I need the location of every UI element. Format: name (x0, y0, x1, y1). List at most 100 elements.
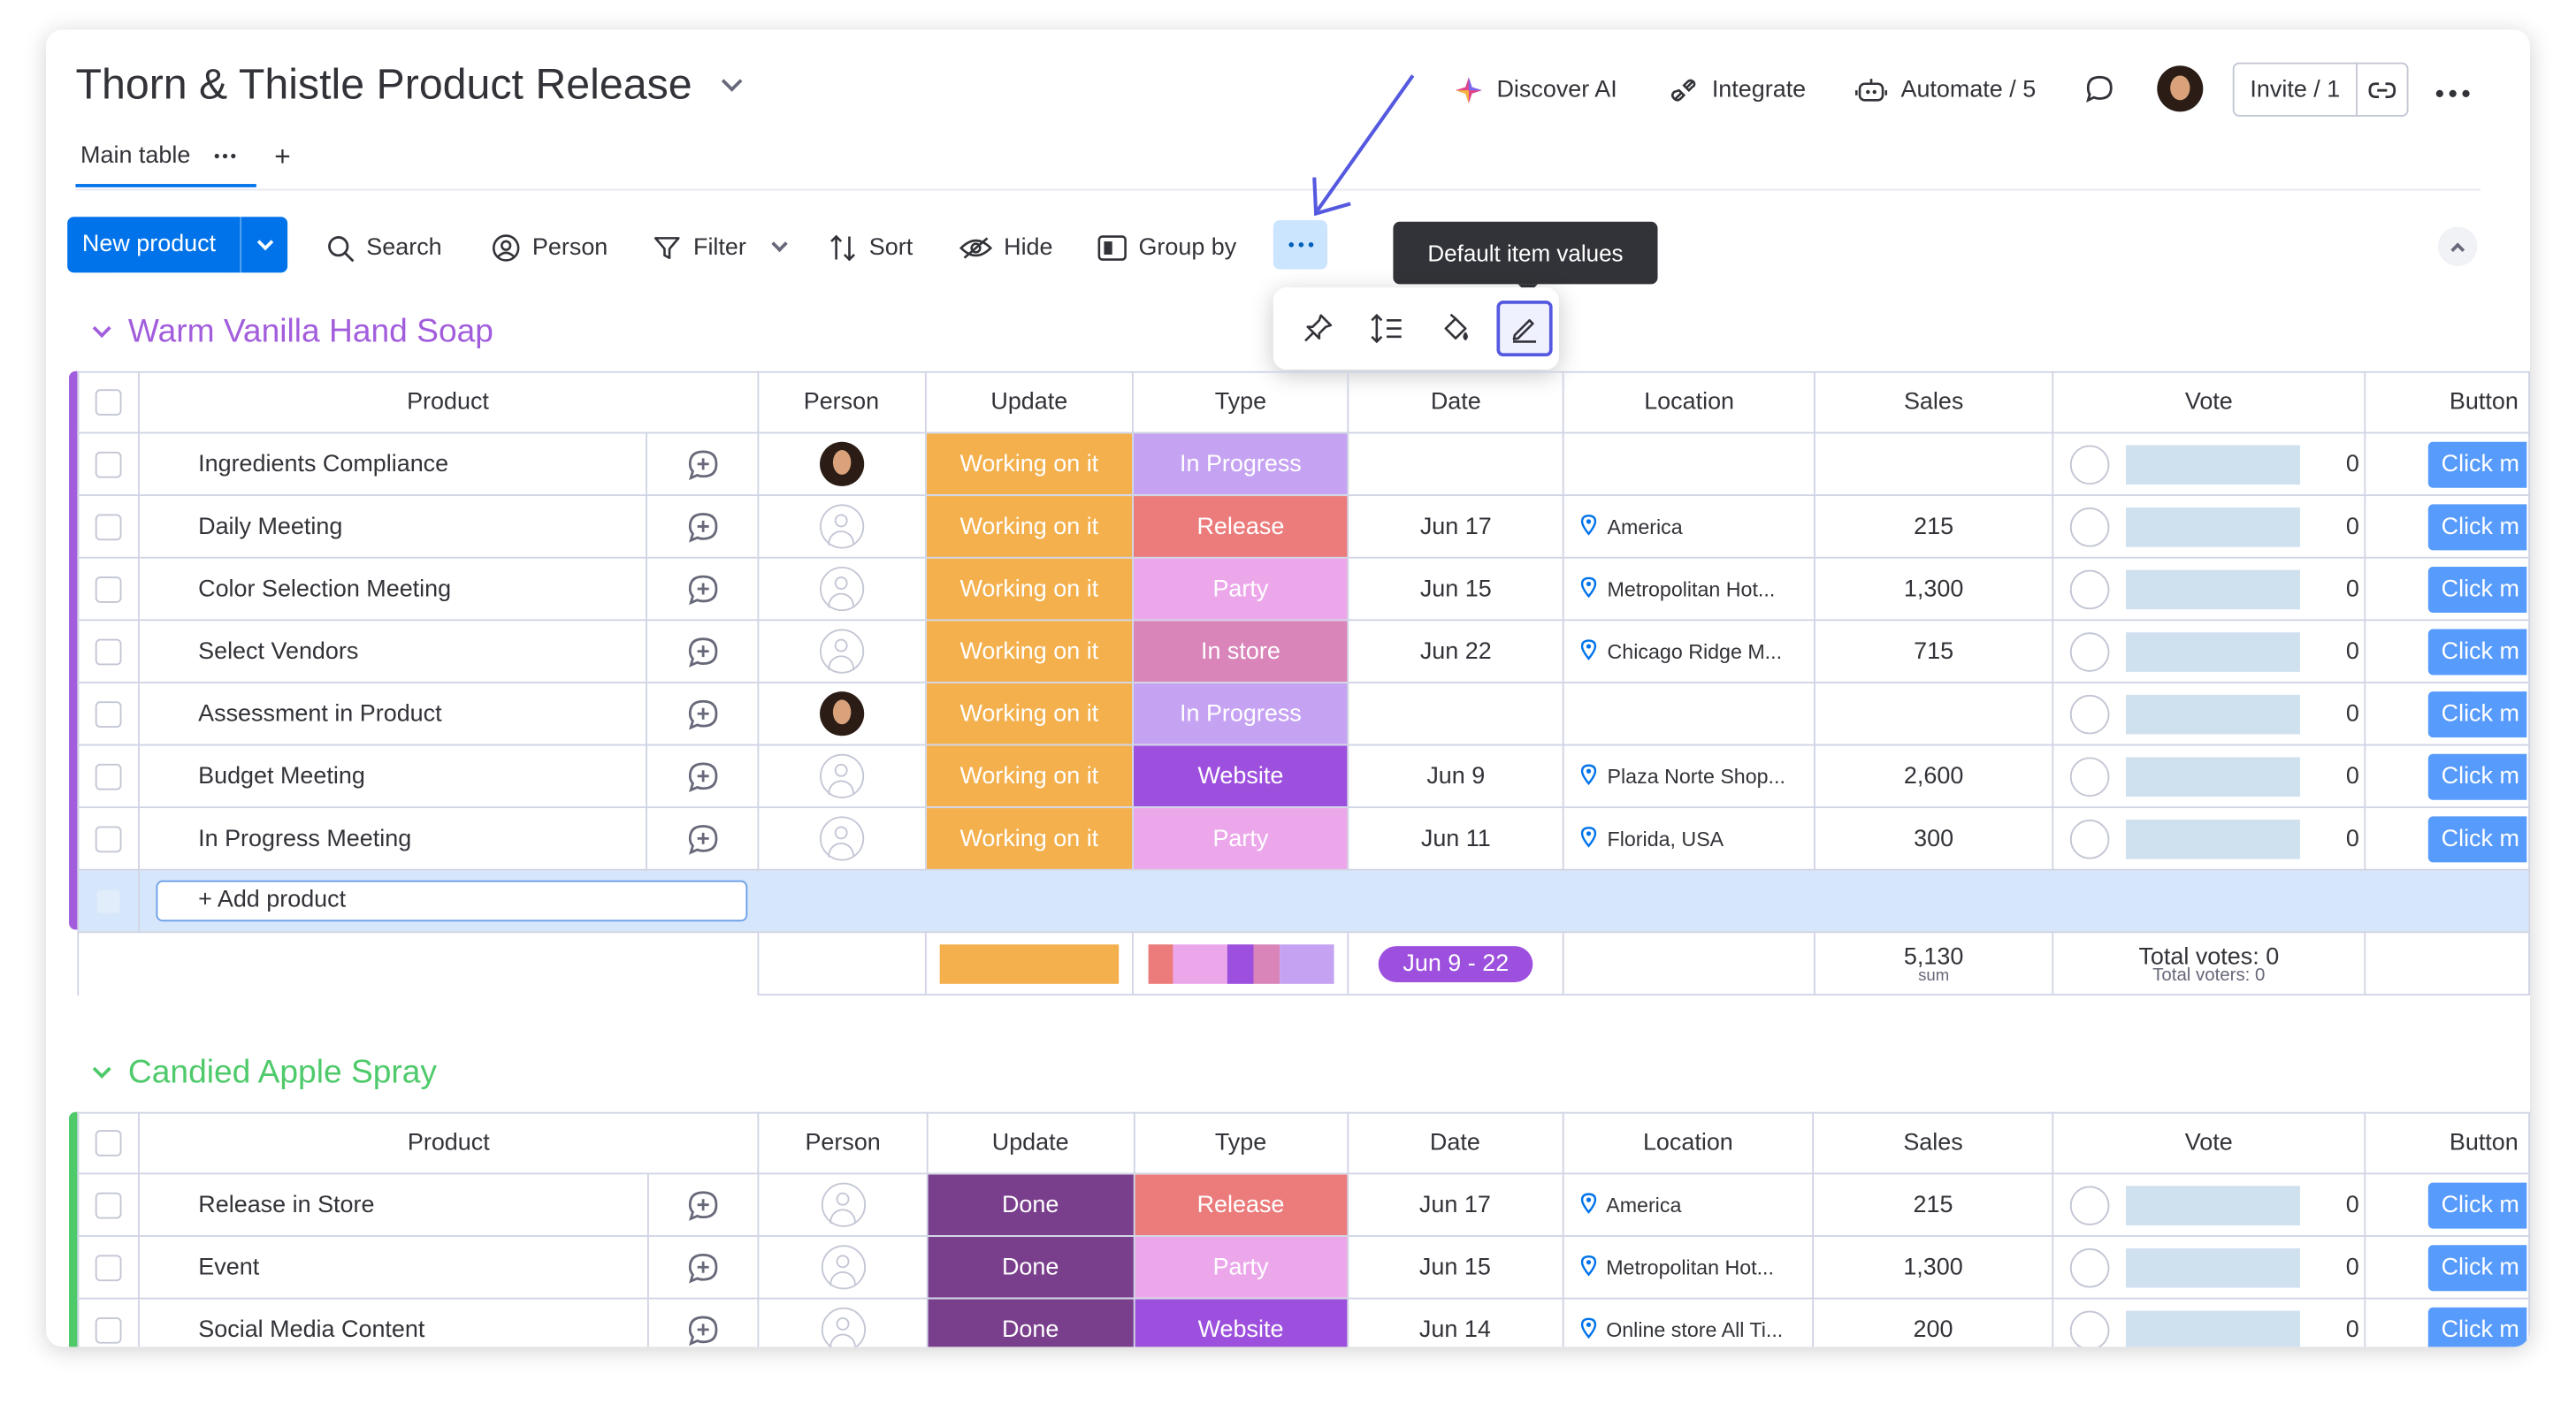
vote-cell[interactable]: 0 (2052, 806, 2366, 871)
tab-main-table[interactable]: Main table (80, 143, 236, 169)
row-checkbox[interactable] (95, 1254, 122, 1281)
row-select-cell[interactable] (77, 556, 140, 622)
person-cell[interactable] (756, 494, 927, 559)
select-all-cell[interactable] (77, 1111, 140, 1175)
row-checkbox[interactable] (95, 825, 122, 852)
click-me-button[interactable]: Click m (2427, 1181, 2527, 1228)
row-select-cell[interactable] (77, 619, 140, 683)
column-header-product[interactable]: Product (137, 370, 759, 434)
board-title[interactable]: Thorn & Thistle Product Release (75, 59, 742, 111)
add-update-cell[interactable] (646, 1235, 761, 1300)
type-label[interactable]: In store (1132, 619, 1349, 683)
vote-cell[interactable]: 0 (2052, 556, 2366, 622)
item-name[interactable]: Color Selection Meeting (137, 556, 648, 622)
update-status[interactable]: Working on it (924, 556, 1135, 622)
location-cell[interactable]: Metropolitan Hot... (1563, 556, 1815, 622)
automate-button[interactable]: Automate / 5 (1854, 75, 2036, 104)
column-header-vote[interactable]: Vote (2052, 1111, 2366, 1175)
location-cell[interactable]: Online store All Ti... (1562, 1297, 1815, 1347)
add-item-input[interactable]: + Add product (155, 880, 747, 922)
column-header-date[interactable]: Date (1347, 370, 1565, 434)
item-name[interactable]: Daily Meeting (137, 494, 648, 559)
type-label[interactable]: Website (1133, 1297, 1349, 1347)
button-cell[interactable]: Click m (2364, 431, 2531, 497)
chevron-down-icon[interactable] (771, 234, 789, 252)
row-select-cell[interactable] (77, 744, 140, 809)
vote-button[interactable] (2069, 819, 2110, 858)
type-label[interactable]: Party (1133, 1235, 1349, 1300)
column-header-button[interactable]: Button (2364, 370, 2531, 434)
add-update-cell[interactable] (646, 494, 759, 559)
search-button[interactable]: Search (327, 228, 442, 268)
row-checkbox[interactable] (95, 763, 122, 790)
date-cell[interactable]: Jun 17 (1347, 494, 1565, 559)
person-cell[interactable] (758, 1297, 929, 1347)
add-update-icon[interactable] (687, 1251, 720, 1284)
chevron-down-icon[interactable] (720, 71, 742, 92)
table-row[interactable]: Select Vendors Working on it In store Jun 2… (77, 619, 2531, 683)
type-label[interactable]: In Progress (1132, 431, 1349, 497)
collapse-toolbar-button[interactable] (2437, 226, 2478, 266)
empty-person-icon[interactable] (819, 504, 864, 549)
table-row[interactable]: Social Media Content Done Website Jun 14 Onl… (77, 1297, 2531, 1347)
vote-cell[interactable]: 0 (2052, 494, 2366, 559)
update-status[interactable]: Working on it (924, 431, 1135, 497)
vote-cell[interactable]: 0 (2052, 619, 2366, 683)
button-cell[interactable]: Click m (2364, 1172, 2531, 1237)
vote-button[interactable] (2069, 1247, 2110, 1287)
default-item-values-button[interactable] (1496, 300, 1553, 357)
row-select-cell[interactable] (77, 431, 140, 497)
location-cell[interactable]: Plaza Norte Shop... (1563, 744, 1815, 809)
button-cell[interactable]: Click m (2364, 744, 2531, 809)
row-checkbox[interactable] (95, 700, 122, 728)
row-select-cell[interactable] (77, 494, 140, 559)
location-cell[interactable]: America (1563, 494, 1815, 559)
item-name[interactable]: Release in Store (137, 1172, 649, 1237)
location-cell[interactable]: Chicago Ridge M... (1563, 619, 1815, 683)
row-checkbox[interactable] (95, 451, 122, 477)
column-header-location[interactable]: Location (1563, 370, 1815, 434)
row-select-cell[interactable] (77, 681, 140, 746)
add-update-icon[interactable] (686, 447, 719, 480)
sales-cell[interactable]: 1,300 (1814, 556, 2054, 622)
select-all-checkbox[interactable] (95, 1130, 122, 1157)
add-update-cell[interactable] (646, 1172, 761, 1237)
location-cell[interactable] (1563, 681, 1815, 746)
empty-person-icon[interactable] (819, 816, 864, 861)
button-cell[interactable]: Click m (2364, 1235, 2531, 1300)
type-label[interactable]: In Progress (1132, 681, 1349, 746)
copy-link-button[interactable] (2358, 78, 2407, 101)
vote-cell[interactable]: 0 (2052, 1297, 2366, 1347)
item-name[interactable]: Event (137, 1235, 649, 1300)
row-select-cell[interactable] (77, 1235, 140, 1300)
more-actions-button[interactable] (1273, 219, 1328, 270)
location-cell[interactable]: America (1562, 1172, 1815, 1237)
add-update-cell[interactable] (646, 806, 759, 871)
add-update-icon[interactable] (687, 1313, 720, 1346)
table-row[interactable]: Release in Store Done Release Jun 17 America… (77, 1172, 2531, 1237)
click-me-button[interactable]: Click m (2427, 691, 2527, 737)
vote-button[interactable] (2069, 507, 2110, 546)
row-select-cell[interactable] (77, 806, 140, 871)
add-update-cell[interactable] (646, 681, 759, 746)
add-update-icon[interactable] (686, 510, 719, 543)
location-cell[interactable]: Metropolitan Hot... (1562, 1235, 1815, 1300)
empty-person-icon[interactable] (821, 1182, 866, 1227)
update-status[interactable]: Working on it (924, 619, 1135, 683)
vote-button[interactable] (2069, 568, 2110, 609)
person-cell[interactable] (756, 681, 927, 746)
button-cell[interactable]: Click m (2364, 619, 2531, 683)
chevron-down-icon[interactable] (92, 1058, 111, 1079)
vote-button[interactable] (2069, 693, 2110, 734)
column-header-type[interactable]: Type (1132, 370, 1349, 434)
button-cell[interactable]: Click m (2364, 1297, 2531, 1347)
group-header-2[interactable]: Candied Apple Spray (92, 1055, 437, 1093)
click-me-button[interactable]: Click m (2427, 440, 2527, 487)
click-me-button[interactable]: Click m (2427, 628, 2527, 675)
empty-person-icon[interactable] (821, 1245, 866, 1290)
sales-cell[interactable]: 200 (1812, 1297, 2054, 1347)
update-status[interactable]: Done (926, 1235, 1135, 1300)
click-me-button[interactable]: Click m (2427, 1244, 2527, 1291)
updates-button[interactable] (2083, 72, 2116, 113)
column-header-product[interactable]: Product (137, 1111, 761, 1175)
